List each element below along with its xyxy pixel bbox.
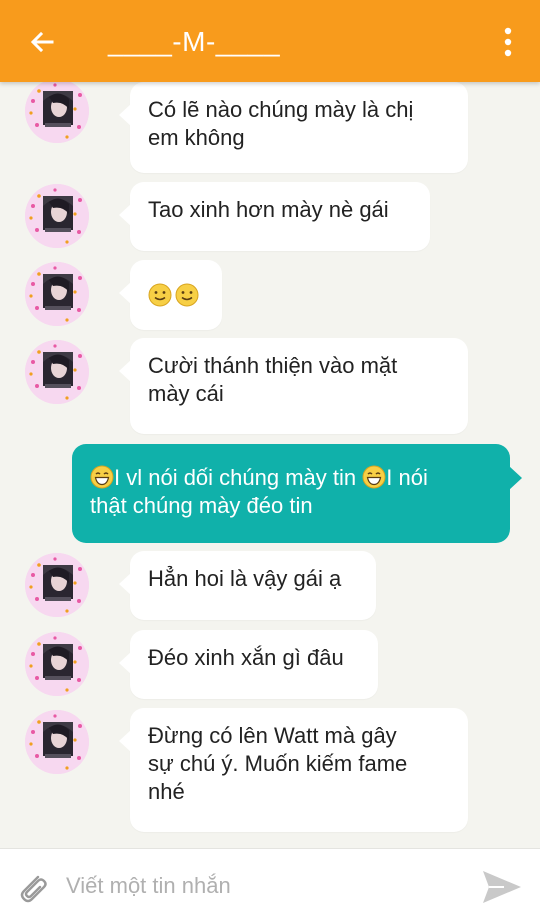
avatar-image (25, 632, 89, 696)
message-text: I nói (386, 465, 428, 490)
outgoing-message: I vl nói dối chúng mày tin I nói thật ch… (72, 444, 522, 543)
message-list[interactable]: Có lẽ nào chúng mày là chị em không Tao … (0, 82, 540, 848)
avatar[interactable] (25, 262, 89, 326)
avatar[interactable] (25, 340, 89, 404)
grin-emoji-icon (362, 465, 386, 489)
message-line: nhé (148, 779, 185, 804)
incoming-message (119, 260, 222, 330)
avatar-image (25, 340, 89, 404)
incoming-message: Tao xinh hơn mày nè gái (119, 182, 430, 251)
more-vertical-icon[interactable] (498, 26, 518, 58)
avatar[interactable] (25, 710, 89, 774)
avatar[interactable] (25, 553, 89, 617)
slight-smile-emoji-icon (148, 283, 172, 307)
avatar-image (25, 82, 89, 143)
avatar-image (25, 262, 89, 326)
arrow-left-icon[interactable] (26, 26, 58, 58)
avatar[interactable] (25, 632, 89, 696)
message-line: Đéo xinh xắn gì đâu (148, 645, 344, 670)
slight-smile-emoji-icon (175, 283, 199, 307)
grin-emoji-icon (90, 465, 114, 489)
incoming-message: Cười thánh thiện vào mặt mày cái (119, 338, 468, 434)
app-bar: ____-M-____ (0, 0, 540, 82)
message-line: Hẳn hoi là vậy gái ạ (148, 566, 342, 591)
incoming-message: Có lẽ nào chúng mày là chị em không (119, 82, 468, 173)
incoming-message: Hẳn hoi là vậy gái ạ (119, 551, 376, 620)
message-line: Tao xinh hơn mày nè gái (148, 197, 389, 222)
message-line: Có lẽ nào chúng mày là chị (148, 97, 414, 122)
message-composer (0, 848, 540, 924)
incoming-message: Đéo xinh xắn gì đâu (119, 630, 378, 699)
avatar-image (25, 184, 89, 248)
message-line: Cười thánh thiện vào mặt (148, 353, 398, 378)
message-line: sự chú ý. Muốn kiếm fame (148, 751, 408, 776)
avatar-image (25, 553, 89, 617)
message-line: mày cái (148, 381, 224, 406)
avatar[interactable] (25, 184, 89, 248)
message-line: Đừng có lên Watt mà gây (148, 723, 397, 748)
conversation-title: ____-M-____ (108, 26, 281, 57)
message-text: thật chúng mày đéo tin (90, 493, 313, 518)
message-text: I vl nói dối chúng mày tin (114, 465, 363, 490)
message-line: em không (148, 125, 245, 150)
message-input[interactable] (64, 865, 468, 907)
paperclip-icon[interactable] (14, 869, 52, 907)
incoming-message: Đừng có lên Watt mà gây sự chú ý. Muốn k… (119, 708, 468, 832)
avatar-image (25, 710, 89, 774)
avatar[interactable] (25, 82, 89, 143)
send-icon[interactable] (480, 865, 524, 909)
